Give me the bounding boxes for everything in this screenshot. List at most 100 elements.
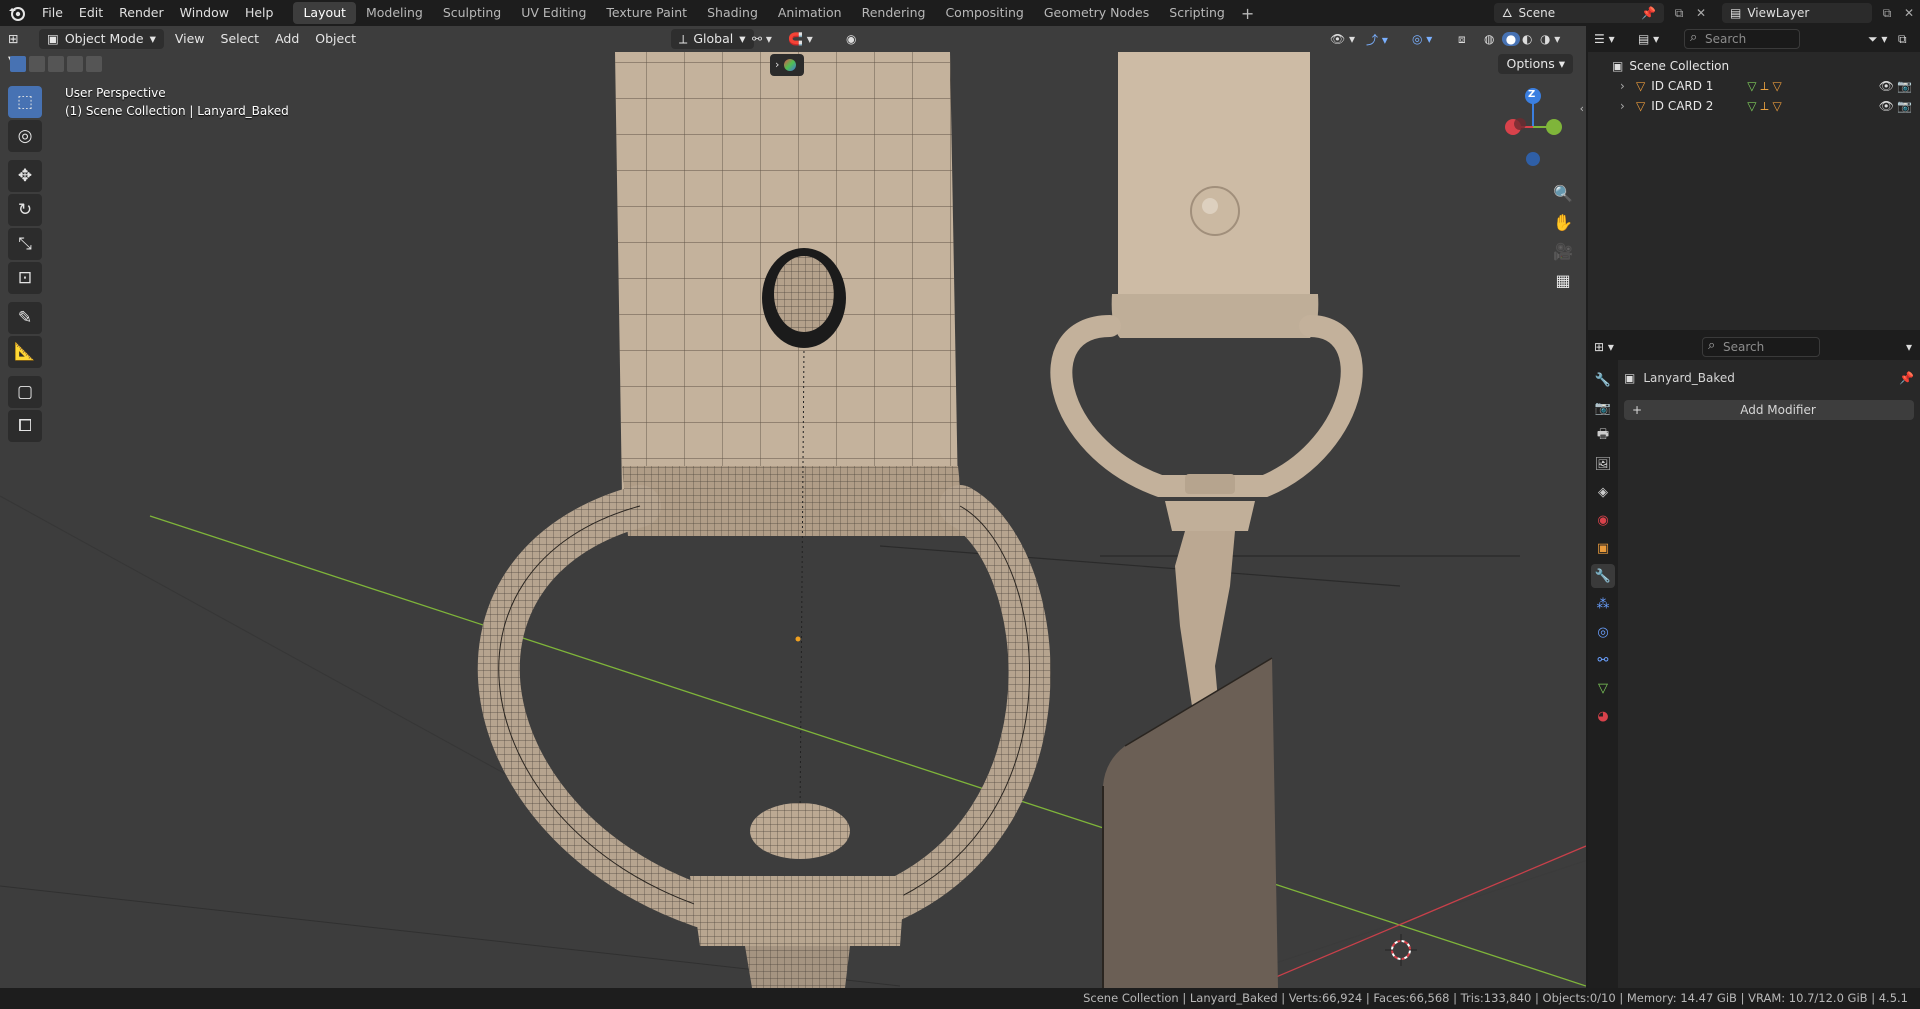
scene-tab-icon[interactable]: ◈ (1591, 480, 1615, 504)
data-tab-icon[interactable]: ▽ (1591, 676, 1615, 700)
display-mode-icon[interactable]: ▤ ▾ (1638, 32, 1678, 46)
physics-tab-icon[interactable]: ◎ (1591, 620, 1615, 644)
filter-icon[interactable]: ⏷ ▾ (1868, 32, 1898, 47)
outliner-editor-type-icon[interactable]: ☰ ▾ (1594, 32, 1628, 46)
mode-selector[interactable]: ▣ Object Mode ▾ (39, 29, 164, 49)
material-tab-icon[interactable]: ◕ (1591, 704, 1615, 728)
menu-select[interactable]: Select (213, 29, 268, 49)
gizmo-toggle-icon[interactable]: ⤴ ▾ (1366, 31, 1388, 48)
add-primitive-tool-icon[interactable]: ⧠ (8, 410, 42, 442)
gizmo-z-label[interactable]: Z (1528, 89, 1535, 100)
transform-orientation-selector[interactable]: ⟂ Global ▾ (671, 29, 754, 49)
rotate-tool-icon[interactable]: ↻ (8, 194, 42, 226)
object-tab-icon[interactable]: ▣ (1591, 536, 1615, 560)
add-cube-tool-icon[interactable]: ▢ (8, 376, 42, 408)
perspective-toggle-icon[interactable]: ▦ (1550, 267, 1576, 293)
proportional-edit-icon[interactable]: ◉ (846, 32, 856, 46)
select-intersect-icon[interactable] (86, 56, 102, 72)
3d-viewport[interactable]: ⊞ ▾ ▣ Object Mode ▾ View Select Add Obje… (0, 26, 1586, 988)
xray-toggle-icon[interactable]: ⧈ (1458, 32, 1466, 47)
shading-material-icon[interactable]: ◐ (1522, 32, 1532, 46)
tab-layout[interactable]: Layout (293, 2, 356, 24)
select-extend-icon[interactable] (29, 56, 45, 72)
scale-tool-icon[interactable]: ⤡ (8, 228, 42, 260)
menu-render[interactable]: Render (111, 0, 172, 26)
zoom-icon[interactable]: 🔍 (1550, 180, 1576, 206)
menu-window[interactable]: Window (172, 0, 237, 26)
outliner-scene-collection[interactable]: ▣ Scene Collection (1588, 56, 1920, 76)
delete-view-layer-icon[interactable]: ✕ (1898, 6, 1920, 20)
sidebar-toggle-icon[interactable]: ‹ (1580, 102, 1584, 115)
output-tab-icon[interactable]: 🖶 (1591, 424, 1615, 448)
shading-rendered-icon[interactable]: ◑ ▾ (1540, 32, 1560, 46)
shading-solid-icon[interactable]: ● (1502, 32, 1520, 46)
pivot-icon[interactable]: ⚯ ▾ (752, 32, 772, 46)
view-layer-selector[interactable]: ▤ ViewLayer (1722, 3, 1872, 23)
tab-modeling[interactable]: Modeling (356, 2, 433, 24)
move-tool-icon[interactable]: ✥ (8, 160, 42, 192)
cursor-tool-icon[interactable]: ◎ (8, 120, 42, 152)
blender-logo-icon[interactable] (0, 0, 34, 26)
modifier-tab-icon[interactable]: 🔧 (1591, 564, 1615, 588)
properties-search-input[interactable]: Search (1702, 337, 1820, 357)
new-view-layer-icon[interactable]: ⧉ (1876, 6, 1898, 21)
overlay-toggle-icon[interactable]: ◎ ▾ (1412, 32, 1432, 46)
outliner-search-input[interactable]: Search (1684, 29, 1800, 49)
particles-tab-icon[interactable]: ⁂ (1591, 592, 1615, 616)
transform-tool-icon[interactable]: ⊡ (8, 262, 42, 294)
tab-sculpting[interactable]: Sculpting (433, 2, 511, 24)
constraints-tab-icon[interactable]: ⚯ (1591, 648, 1615, 672)
outliner-item-id-card-1[interactable]: › ▽ ID CARD 1 ▽ ⟂ ▽ 👁 📷 (1588, 76, 1920, 96)
new-collection-icon[interactable]: ⧉ (1898, 32, 1920, 47)
tab-animation[interactable]: Animation (768, 2, 852, 24)
pin-icon[interactable]: 📌 (1899, 371, 1914, 385)
tab-geometry-nodes[interactable]: Geometry Nodes (1034, 2, 1159, 24)
outliner-item-id-card-2[interactable]: › ▽ ID CARD 2 ▽ ⟂ ▽ 👁 📷 (1588, 96, 1920, 116)
camera-view-icon[interactable]: 🎥 (1550, 238, 1576, 264)
tab-scripting[interactable]: Scripting (1159, 2, 1235, 24)
tab-shading[interactable]: Shading (697, 2, 768, 24)
expand-chevron-icon[interactable]: › (1620, 99, 1634, 113)
render-camera-icon[interactable]: 📷 (1897, 79, 1912, 93)
outliner-item-label: ID CARD 1 (1651, 79, 1714, 93)
select-new-icon[interactable] (10, 56, 26, 72)
menu-add[interactable]: Add (267, 29, 307, 49)
options-dropdown[interactable]: Options ▾ (1498, 54, 1573, 74)
collapse-header-icon[interactable]: › (770, 54, 804, 76)
annotate-tool-icon[interactable]: ✎ (8, 302, 42, 334)
measure-tool-icon[interactable]: 📐 (8, 336, 42, 368)
menu-view[interactable]: View (167, 29, 213, 49)
select-subtract-icon[interactable] (48, 56, 64, 72)
visibility-eye-icon[interactable]: 👁 (1879, 99, 1894, 113)
tab-compositing[interactable]: Compositing (935, 2, 1033, 24)
properties-editor-type-icon[interactable]: ⊞ ▾ (1594, 340, 1628, 354)
add-workspace-icon[interactable]: + (1235, 4, 1260, 23)
editor-type-icon[interactable]: ⊞ ▾ (0, 29, 36, 66)
add-modifier-button[interactable]: + Add Modifier (1624, 400, 1914, 420)
tab-texture-paint[interactable]: Texture Paint (596, 2, 697, 24)
select-box-tool-icon[interactable]: ⬚ (8, 86, 42, 118)
render-tab-icon[interactable]: 📷 (1591, 396, 1615, 420)
tab-uv-editing[interactable]: UV Editing (511, 2, 596, 24)
tab-rendering[interactable]: Rendering (852, 2, 936, 24)
pin-icon[interactable]: 📌 (1641, 3, 1656, 23)
scene-selector[interactable]: 🜂 Scene 📌 (1494, 3, 1664, 23)
chevron-down-icon[interactable]: ▾ (1906, 340, 1912, 354)
menu-object[interactable]: Object (307, 29, 364, 49)
snap-icon[interactable]: 🧲 ▾ (788, 32, 813, 46)
new-scene-icon[interactable]: ⧉ (1668, 6, 1690, 21)
shading-wireframe-icon[interactable]: ◍ (1484, 32, 1494, 46)
select-invert-icon[interactable] (67, 56, 83, 72)
delete-scene-icon[interactable]: ✕ (1690, 6, 1712, 20)
pan-hand-icon[interactable]: ✋ (1550, 209, 1576, 235)
tool-tab-icon[interactable]: 🔧 (1591, 368, 1615, 392)
visibility-icon[interactable]: 👁 ▾ (1330, 32, 1355, 46)
expand-chevron-icon[interactable]: › (1620, 79, 1634, 93)
menu-edit[interactable]: Edit (71, 0, 111, 26)
menu-help[interactable]: Help (237, 0, 282, 26)
render-camera-icon[interactable]: 📷 (1897, 99, 1912, 113)
visibility-eye-icon[interactable]: 👁 (1879, 79, 1894, 93)
view-layer-tab-icon[interactable]: 🖼 (1591, 452, 1615, 476)
menu-file[interactable]: File (34, 0, 71, 26)
world-tab-icon[interactable]: ◉ (1591, 508, 1615, 532)
